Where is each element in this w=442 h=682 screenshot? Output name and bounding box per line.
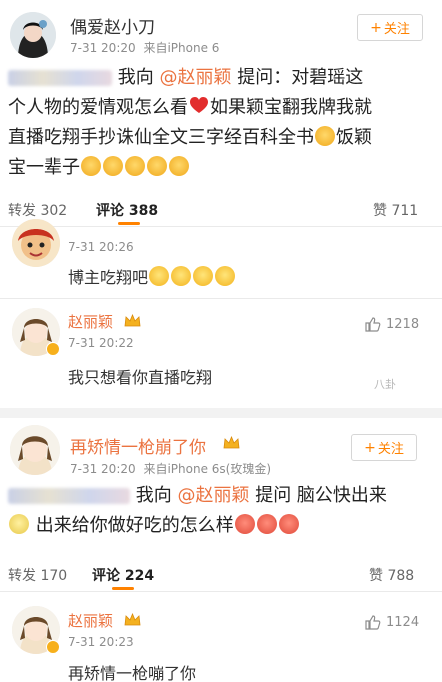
- comment-text: 我只想看你直播吃翔: [68, 368, 213, 387]
- repost-button[interactable]: 转发 302: [8, 200, 67, 220]
- tongue-emoji-icon: [103, 156, 123, 176]
- comment-username[interactable]: 赵丽颖: [68, 610, 113, 631]
- plus-icon: +: [364, 439, 376, 456]
- mention-link[interactable]: @赵丽颖: [159, 67, 231, 88]
- post-text: 提问 脑公快出来: [255, 485, 387, 506]
- comment-like-button[interactable]: 1124: [364, 614, 419, 631]
- heart-emoji-icon: [189, 96, 209, 116]
- blurred-topic[interactable]: [8, 488, 130, 504]
- tongue-emoji-icon: [125, 156, 145, 176]
- mention-link[interactable]: @赵丽颖: [177, 485, 249, 506]
- follow-label: 关注: [377, 442, 404, 457]
- laugh-emoji-icon: [149, 266, 170, 286]
- post-time: 7-31 20:20: [70, 41, 136, 55]
- like-count[interactable]: 赞 711: [373, 200, 418, 220]
- post-meta: 7-31 20:20 来自iPhone 6s(玫瑰金): [70, 460, 271, 477]
- comment-like-count: 1218: [386, 317, 420, 332]
- thumbs-up-icon: [365, 317, 381, 332]
- follow-button[interactable]: + 关注: [351, 434, 417, 461]
- active-tab-indicator: [118, 222, 140, 225]
- tongue-emoji-icon: [315, 126, 335, 146]
- avatar[interactable]: [10, 425, 60, 475]
- post-action-bar: 转发 302 评论 388 赞 711: [0, 190, 442, 228]
- crown-badge-icon: [223, 436, 240, 449]
- post-text: 我向: [117, 67, 154, 88]
- plus-icon: +: [370, 19, 382, 36]
- comment-time: 7-31 20:22: [68, 336, 134, 350]
- divider: [0, 298, 442, 299]
- post-text: 个人物的爱情观怎么看: [8, 97, 188, 118]
- post-body: 我向 @赵丽颖 提问：对碧瑶这 个人物的爱情观怎么看 如果颖宝翻我牌我就 直播吃翔…: [8, 63, 372, 183]
- crown-badge-icon: [124, 314, 141, 327]
- comment-like-count: 1124: [386, 615, 420, 630]
- laugh-emoji-icon: [215, 266, 236, 286]
- comment-text: 再矫情一枪嘣了你: [68, 664, 197, 682]
- section-separator: [0, 408, 442, 418]
- laugh-emoji-icon: [171, 266, 192, 286]
- follow-label: 关注: [383, 22, 410, 37]
- comment-time: 7-31 20:26: [68, 240, 134, 254]
- post-username[interactable]: 再矫情一枪崩了你: [70, 433, 206, 458]
- thumbs-up-icon: [365, 615, 381, 630]
- tongue-emoji-icon: [169, 156, 189, 176]
- post-text: 饭颖: [336, 127, 372, 148]
- drooling-emoji-icon: [256, 514, 277, 534]
- active-tab-indicator: [112, 587, 134, 590]
- post-source: 来自iPhone 6s(玫瑰金): [143, 462, 272, 476]
- comment-text: 博主吃翔吧: [68, 264, 236, 288]
- crown-badge-icon: [124, 613, 141, 626]
- avatar[interactable]: [10, 12, 56, 58]
- repost-button[interactable]: 转发 170: [8, 565, 67, 585]
- tongue-emoji-icon: [81, 156, 101, 176]
- divider: [0, 591, 442, 592]
- post-meta: 7-31 20:20 来自iPhone 6: [70, 39, 219, 56]
- pig-emoji-icon: [278, 514, 299, 534]
- post-time: 7-31 20:20: [70, 462, 136, 476]
- like-count[interactable]: 赞 788: [369, 565, 414, 585]
- tongue-emoji-icon: [147, 156, 167, 176]
- verified-badge-icon: [46, 342, 60, 356]
- post-text: 出来给你做好吃的怎么样: [35, 515, 234, 536]
- verified-badge-icon: [46, 640, 60, 654]
- crying-emoji-icon: [9, 514, 29, 534]
- avatar[interactable]: [12, 219, 60, 267]
- comment-tab[interactable]: 评论 224: [92, 565, 154, 585]
- comment-content: 博主吃翔吧: [68, 268, 149, 287]
- post-action-bar: 转发 170 评论 224 赞 788: [0, 555, 442, 593]
- post-text: 如果颖宝翻我牌我就: [210, 97, 372, 118]
- post-body: 我向 @赵丽颖 提问 脑公快出来 出来给你做好吃的怎么样: [8, 481, 387, 541]
- watermark: 八卦: [374, 378, 396, 391]
- comment-time: 7-31 20:23: [68, 635, 134, 649]
- blurred-topic[interactable]: [8, 70, 112, 86]
- divider: [0, 226, 442, 227]
- laugh-emoji-icon: [193, 266, 214, 286]
- post-text: 直播吃翔手抄诛仙全文三字经百科全书: [8, 127, 314, 148]
- post-text: 我向: [135, 485, 172, 506]
- post-text: 宝一辈子: [8, 157, 80, 178]
- post-username[interactable]: 偶爱赵小刀: [70, 13, 155, 38]
- comment-username[interactable]: 赵丽颖: [68, 311, 113, 332]
- comment-like-button[interactable]: 1218: [364, 316, 419, 333]
- drooling-emoji-icon: [234, 514, 255, 534]
- post-source: 来自iPhone 6: [143, 41, 220, 55]
- post-text: 提问：对碧瑶这: [237, 67, 364, 88]
- follow-button[interactable]: + 关注: [357, 14, 423, 41]
- comment-tab[interactable]: 评论 388: [96, 200, 158, 220]
